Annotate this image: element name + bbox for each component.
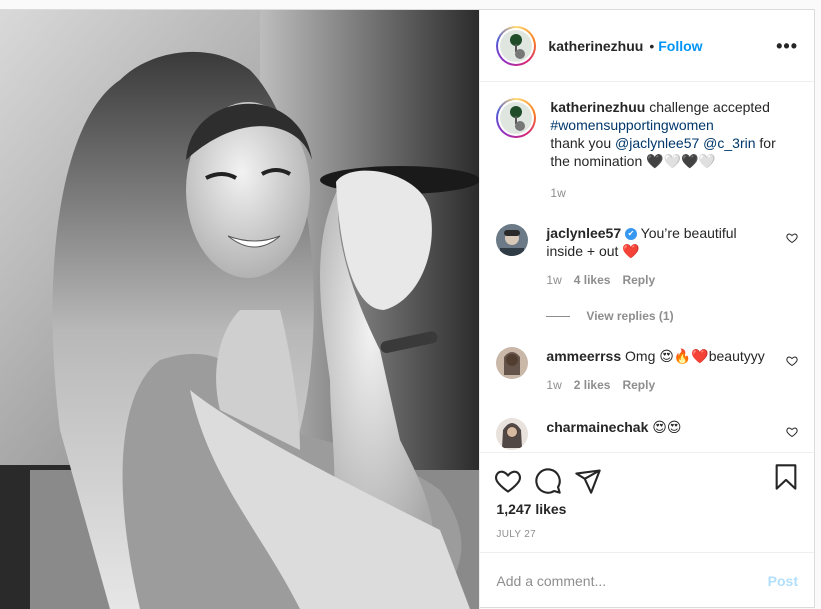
- avatar[interactable]: [496, 418, 529, 450]
- share-icon[interactable]: [574, 467, 602, 495]
- comment-input[interactable]: [496, 573, 768, 589]
- caption-username[interactable]: katherinezhuu: [550, 99, 645, 115]
- author-username[interactable]: katherinezhuu: [548, 38, 643, 54]
- post-comment-button[interactable]: Post: [768, 573, 798, 589]
- story-ring[interactable]: [496, 25, 537, 66]
- comment-likes[interactable]: 4 likes: [574, 271, 611, 289]
- caption-text: katherinezhuu challenge accepted #womens…: [550, 99, 776, 169]
- heart-icon[interactable]: [786, 355, 798, 367]
- separator-dot: •: [649, 37, 655, 54]
- comment-row: jaclynlee57 ✔ You’re beautiful inside + …: [496, 224, 798, 289]
- comment-username[interactable]: ammeerrss: [546, 348, 621, 364]
- hashtag-link[interactable]: #womensupportingwomen: [550, 117, 713, 133]
- post-photo-image: [0, 10, 480, 609]
- heart-icon[interactable]: [494, 467, 522, 495]
- more-icon[interactable]: •••: [776, 36, 798, 57]
- follow-button[interactable]: Follow: [658, 38, 702, 54]
- likes-count[interactable]: 1,247 likes: [480, 499, 814, 519]
- heart-icon[interactable]: [786, 426, 798, 438]
- post-photo[interactable]: [0, 10, 480, 609]
- comments-list[interactable]: katherinezhuu challenge accepted #womens…: [480, 82, 814, 453]
- view-replies-button[interactable]: View replies (1): [546, 309, 798, 323]
- post-sidebar: katherinezhuu • Follow ••• katherinezhuu: [479, 10, 814, 609]
- comment-likes[interactable]: 2 likes: [574, 376, 611, 394]
- comment-row: ammeerrss Omg 😍🔥❤️beautyyy 1w 2 likes Re…: [496, 347, 798, 394]
- avatar: [500, 102, 533, 134]
- comment-icon[interactable]: [534, 467, 562, 495]
- mention-link[interactable]: @jaclynlee57: [615, 135, 699, 151]
- caption: katherinezhuu challenge accepted #womens…: [496, 98, 798, 202]
- post-card: katherinezhuu • Follow ••• katherinezhuu: [0, 9, 815, 609]
- heart-icon[interactable]: [786, 232, 798, 244]
- mention-link[interactable]: @c_3rin: [703, 135, 755, 151]
- caption-time[interactable]: 1w: [550, 184, 565, 202]
- post-date[interactable]: JULY 27: [480, 519, 814, 553]
- avatar: [500, 29, 533, 62]
- post-header: katherinezhuu • Follow •••: [480, 10, 814, 82]
- caption-story-ring[interactable]: [496, 98, 537, 138]
- caption-emojis: 🖤🤍🖤🤍: [646, 153, 716, 169]
- avatar[interactable]: [496, 347, 529, 379]
- avatar[interactable]: [496, 224, 529, 256]
- comment-username[interactable]: charmainechak: [546, 419, 648, 435]
- reply-button[interactable]: Reply: [622, 271, 655, 289]
- comment-row: charmainechak 😍😍: [496, 418, 798, 450]
- bookmark-icon[interactable]: [772, 463, 800, 491]
- add-comment-bar: Post: [480, 553, 814, 609]
- reply-button[interactable]: Reply: [622, 376, 655, 394]
- verified-icon: ✔: [625, 228, 638, 241]
- action-bar: [480, 453, 814, 499]
- comment-username[interactable]: jaclynlee57: [546, 225, 621, 241]
